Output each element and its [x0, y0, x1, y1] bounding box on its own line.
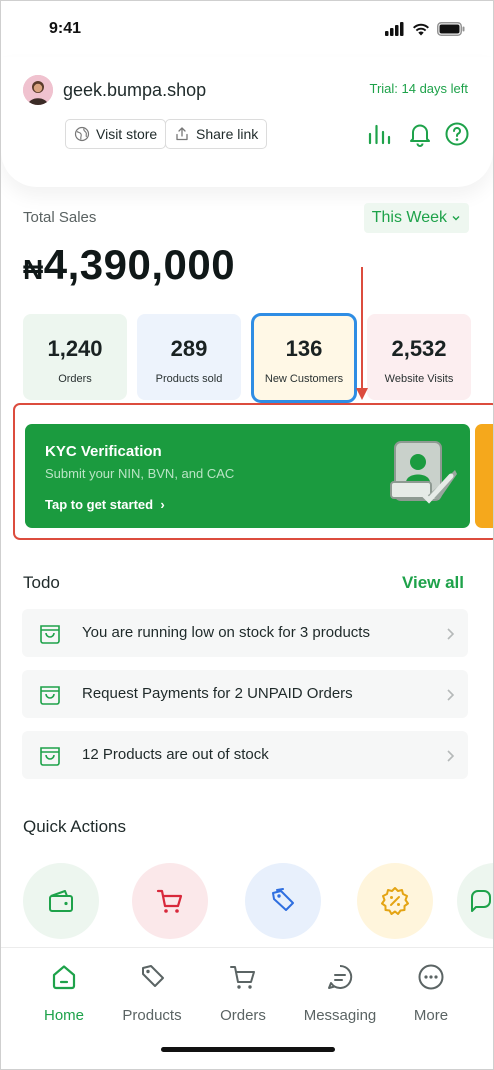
stat-card-orders[interactable]: 1,240 Orders	[23, 314, 127, 400]
tags-icon	[272, 888, 294, 911]
todo-text: Request Payments for 2 UNPAID Orders	[82, 685, 353, 702]
battery-icon	[437, 22, 465, 36]
stat-value: 136	[285, 336, 323, 361]
quick-action-wallet[interactable]	[23, 863, 99, 939]
message-icon	[328, 964, 353, 989]
todo-item[interactable]: Request Payments for 2 UNPAID Orders	[22, 670, 468, 718]
wifi-icon	[413, 23, 429, 36]
kyc-subtitle: Submit your NIN, BVN, and CAC	[45, 466, 235, 481]
stat-value: 1,240	[47, 336, 103, 361]
stat-label: New Customers	[264, 373, 344, 385]
wallet-icon	[49, 890, 73, 912]
period-dropdown[interactable]: This Week	[363, 203, 469, 233]
id-card-icon	[390, 441, 457, 504]
chevron-right-icon	[447, 628, 455, 640]
store-header: geek.bumpa.shop Trial: 14 days left Visi…	[1, 57, 493, 187]
currency-symbol: ₦	[23, 254, 44, 285]
visit-store-label: Visit store	[96, 126, 158, 142]
discount-icon	[381, 887, 409, 915]
stat-value: 2,532	[391, 336, 447, 361]
nav-orders[interactable]: Orders	[198, 962, 288, 1024]
quick-action-chat[interactable]	[457, 863, 493, 939]
visit-store-button[interactable]: Visit store	[65, 119, 167, 149]
nav-label: Orders	[220, 1007, 266, 1024]
stat-label: Products sold	[155, 373, 223, 385]
cart-icon	[156, 889, 183, 913]
annotation-arrow	[356, 267, 368, 400]
todo-text: You are running low on stock for 3 produ…	[82, 624, 370, 641]
todo-title: Todo	[23, 573, 60, 592]
more-icon	[418, 964, 444, 990]
nav-messaging[interactable]: Messaging	[295, 962, 385, 1024]
status-time: 9:41	[49, 20, 82, 37]
total-sales-label: Total Sales	[23, 209, 97, 226]
quick-action-cart[interactable]	[132, 863, 208, 939]
tag-icon	[142, 965, 164, 987]
stat-card-new-customers[interactable]: 136 New Customers	[251, 313, 357, 403]
analytics-icon[interactable]	[366, 121, 392, 147]
quick-actions-title: Quick Actions	[23, 817, 126, 836]
chevron-right-icon	[447, 689, 455, 701]
kyc-title: KYC Verification	[45, 443, 162, 460]
bell-icon[interactable]	[407, 121, 433, 147]
stat-card-products-sold[interactable]: 289 Products sold	[137, 314, 241, 400]
nav-products[interactable]: Products	[107, 962, 197, 1024]
signal-icon	[385, 22, 404, 36]
kyc-cta[interactable]: Tap to get started ›	[45, 497, 165, 512]
next-banner-peek[interactable]	[475, 424, 493, 528]
home-indicator	[161, 1047, 335, 1052]
stat-card-website-visits[interactable]: 2,532 Website Visits	[367, 314, 471, 400]
shopping-bag-icon	[40, 686, 60, 705]
shopping-bag-icon	[40, 747, 60, 766]
view-all-link[interactable]: View all	[402, 573, 464, 593]
chevron-right-icon: ›	[156, 497, 165, 512]
nav-more[interactable]: More	[386, 962, 476, 1024]
cart-icon	[230, 966, 255, 989]
period-value: This Week	[371, 209, 447, 226]
stat-label: Orders	[58, 373, 92, 385]
nav-label: More	[413, 1007, 449, 1024]
chevron-down-icon	[452, 216, 460, 221]
chevron-right-icon	[447, 750, 455, 762]
kyc-banner[interactable]: KYC Verification Submit your NIN, BVN, a…	[25, 424, 470, 528]
avatar[interactable]	[23, 75, 53, 105]
nav-label: Products	[122, 1007, 182, 1024]
total-sales-value: 4,390,000	[43, 241, 236, 288]
status-bar: 9:41	[49, 19, 465, 39]
nav-label: Messaging	[303, 1007, 377, 1024]
kyc-cta-label: Tap to get started	[45, 497, 154, 512]
share-link-label: Share link	[196, 126, 259, 142]
todo-item[interactable]: You are running low on stock for 3 produ…	[22, 609, 468, 657]
app-screen: 9:41 geek.bumpa.shop Trial: 14 days left…	[0, 0, 494, 1070]
shop-name: geek.bumpa.shop	[63, 80, 207, 100]
nav-home[interactable]: Home	[19, 962, 109, 1024]
stat-label: Website Visits	[384, 373, 454, 385]
share-icon	[176, 127, 188, 141]
home-icon	[52, 965, 76, 990]
total-sales-amount: ₦4,390,000	[23, 241, 235, 289]
status-icons	[385, 22, 465, 36]
quick-action-tags[interactable]	[245, 863, 321, 939]
todo-item[interactable]: 12 Products are out of stock	[22, 731, 468, 779]
chat-icon	[471, 890, 491, 912]
stat-value: 289	[170, 336, 208, 361]
share-link-button[interactable]: Share link	[165, 119, 268, 149]
shopping-bag-icon	[40, 625, 60, 644]
todo-text: 12 Products are out of stock	[82, 746, 269, 763]
quick-action-discount[interactable]	[357, 863, 433, 939]
globe-icon	[74, 126, 90, 142]
trial-badge[interactable]: Trial: 14 days left	[369, 81, 468, 96]
help-icon[interactable]	[444, 121, 470, 147]
nav-label: Home	[43, 1007, 84, 1024]
